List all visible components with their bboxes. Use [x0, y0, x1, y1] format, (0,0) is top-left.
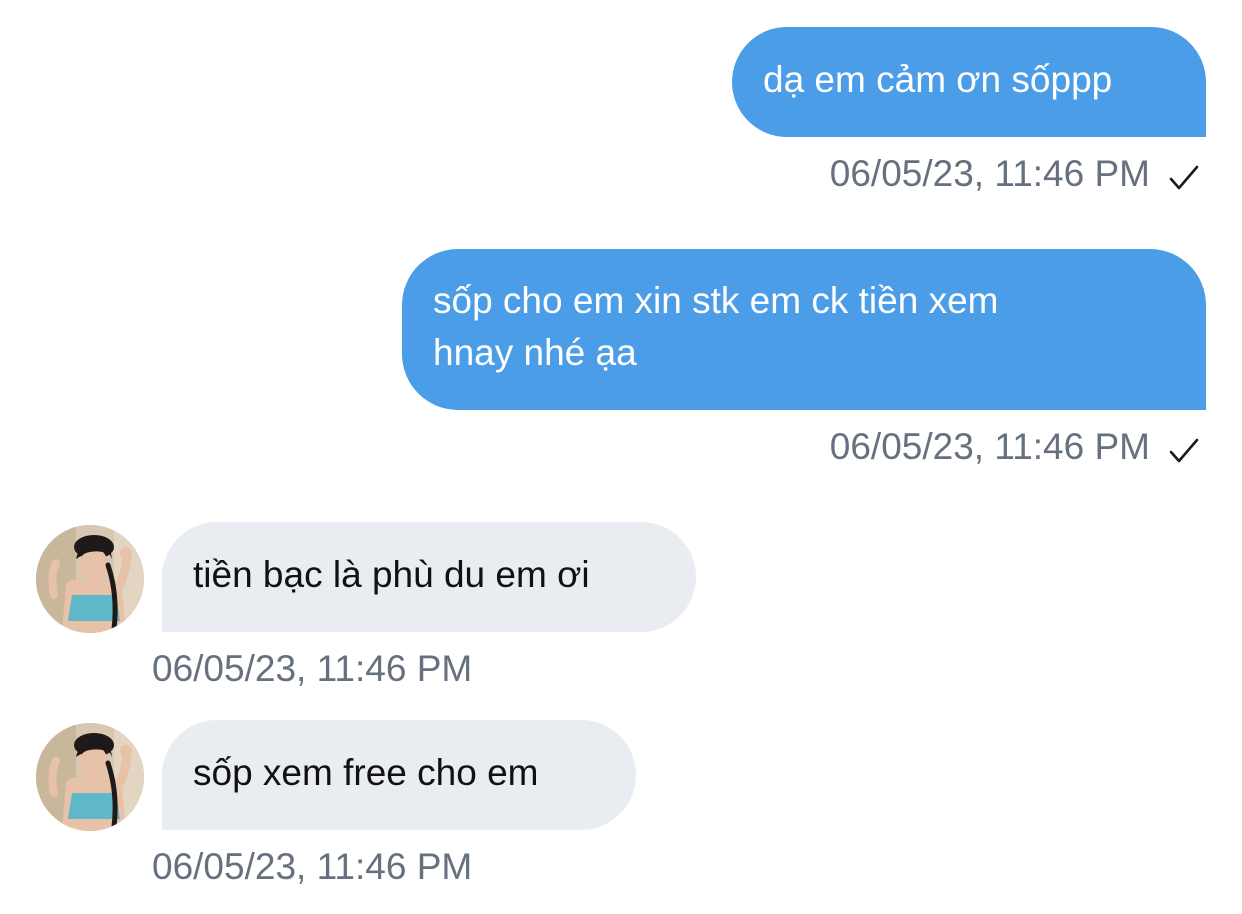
- message-timestamp: 06/05/23, 11:46 PM: [829, 426, 1150, 467]
- avatar[interactable]: [36, 525, 144, 633]
- incoming-message-bubble[interactable]: tiền bạc là phù du em ơi: [162, 522, 696, 632]
- message-text-line: sốp cho em xin stk em ck tiền xem: [433, 280, 999, 321]
- message-text: sốp xem free cho em: [193, 752, 539, 793]
- message-timestamp: 06/05/23, 11:46 PM: [152, 846, 473, 887]
- message-text: dạ em cảm ơn sốppp: [763, 59, 1113, 100]
- outgoing-message-bubble[interactable]: dạ em cảm ơn sốppp: [732, 27, 1206, 137]
- message-text: tiền bạc là phù du em ơi: [193, 554, 590, 595]
- checkmark-icon: [1169, 165, 1199, 190]
- message-thread: dạ em cảm ơn sốppp 06/05/23, 11:46 PM số…: [0, 0, 1242, 914]
- outgoing-message-bubble[interactable]: sốp cho em xin stk em ck tiền xem hnay n…: [402, 249, 1206, 410]
- message-text-line: hnay nhé ạa: [433, 332, 637, 373]
- avatar[interactable]: [36, 723, 144, 831]
- message-timestamp: 06/05/23, 11:46 PM: [152, 648, 473, 689]
- message-timestamp: 06/05/23, 11:46 PM: [829, 153, 1150, 194]
- checkmark-icon: [1169, 438, 1199, 463]
- incoming-message-bubble[interactable]: sốp xem free cho em: [162, 720, 636, 830]
